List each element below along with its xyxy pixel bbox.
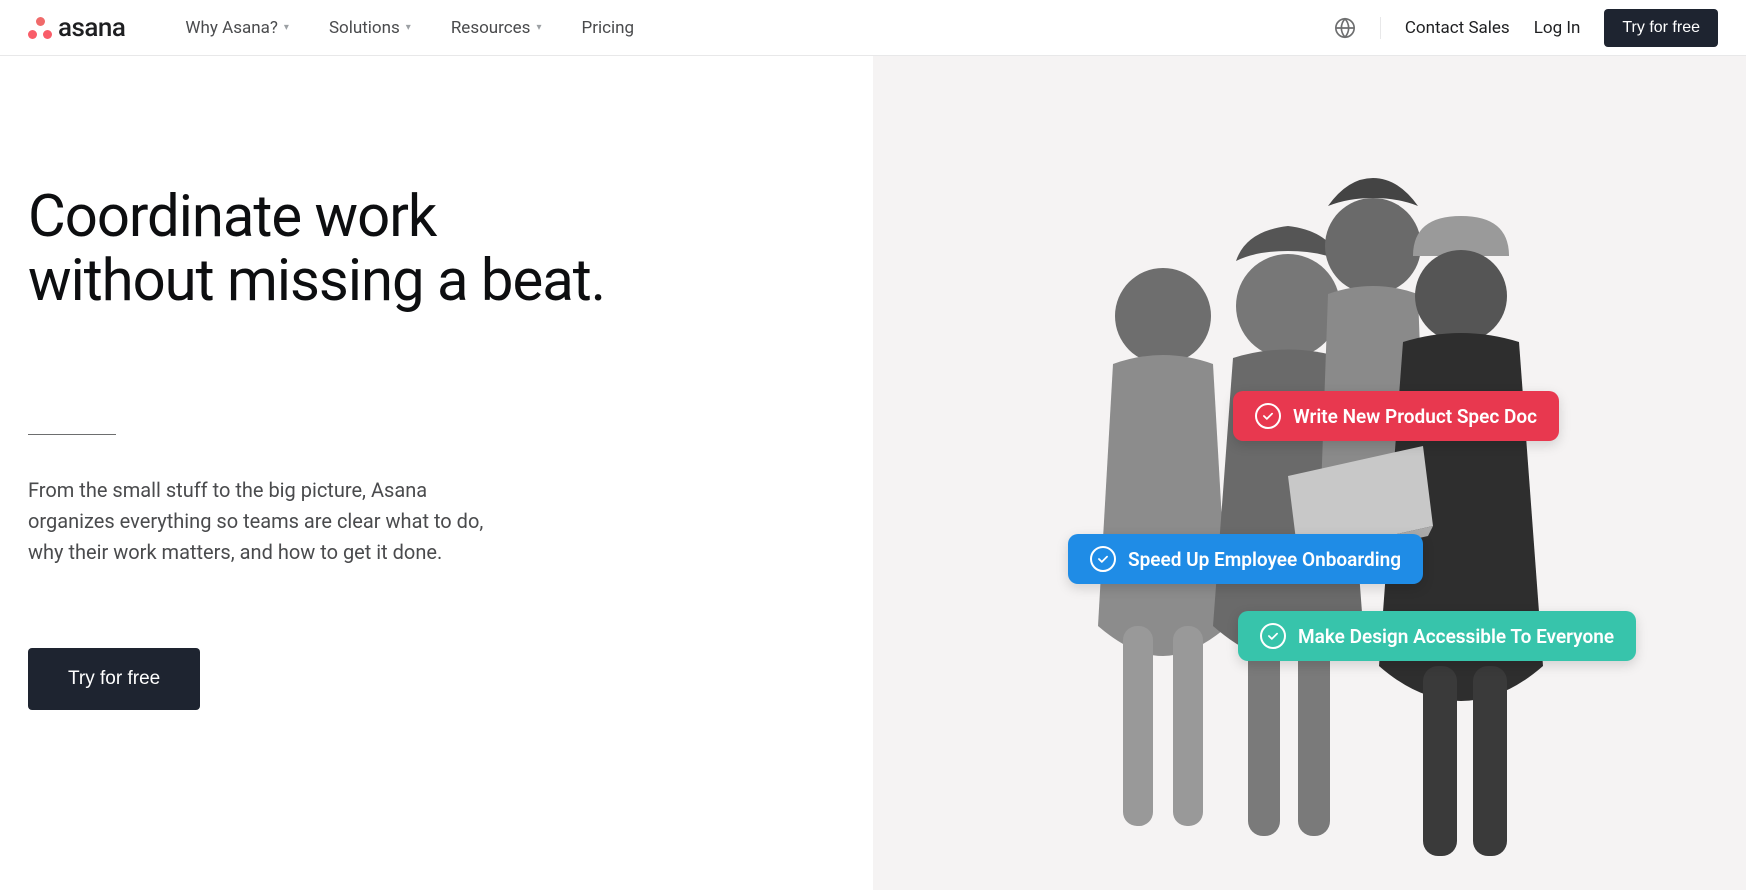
nav-pricing[interactable]: Pricing <box>581 18 634 38</box>
task-pill-label: Make Design Accessible To Everyone <box>1298 625 1614 648</box>
login-link[interactable]: Log In <box>1534 18 1581 38</box>
nav-resources[interactable]: Resources ▾ <box>451 18 542 38</box>
contact-sales-link[interactable]: Contact Sales <box>1405 18 1510 38</box>
hero-section: Coordinate work without missing a beat. … <box>0 56 1746 890</box>
check-circle-icon <box>1090 546 1116 572</box>
nav-solutions[interactable]: Solutions ▾ <box>329 18 411 38</box>
nav-why-asana[interactable]: Why Asana? ▾ <box>185 18 289 38</box>
hero-content: Coordinate work without missing a beat. … <box>0 56 873 890</box>
nav-label: Resources <box>451 18 531 38</box>
brand-logo[interactable]: asana <box>28 13 125 43</box>
chevron-down-icon: ▾ <box>284 22 289 33</box>
headline-line-1: Coordinate work <box>28 183 436 251</box>
task-pill-blue: Speed Up Employee Onboarding <box>1068 534 1423 584</box>
brand-name: asana <box>58 13 125 43</box>
site-header: asana Why Asana? ▾ Solutions ▾ Resources… <box>0 0 1746 56</box>
task-pill-green: Make Design Accessible To Everyone <box>1238 611 1636 661</box>
hero-headline: Coordinate work without missing a beat. <box>28 186 793 314</box>
chevron-down-icon: ▾ <box>406 22 411 33</box>
nav-label: Solutions <box>329 18 400 38</box>
check-circle-icon <box>1255 403 1281 429</box>
check-circle-icon <box>1260 623 1286 649</box>
logo-mark-icon <box>28 17 52 39</box>
headline-line-2: without missing a beat. <box>28 247 605 315</box>
divider <box>28 434 116 435</box>
task-pill-label: Speed Up Employee Onboarding <box>1128 548 1401 571</box>
header-actions: Contact Sales Log In Try for free <box>1334 9 1718 47</box>
nav-label: Why Asana? <box>185 18 278 38</box>
hero-subtext: From the small stuff to the big picture,… <box>28 475 508 568</box>
chevron-down-icon: ▾ <box>536 22 541 33</box>
language-selector[interactable] <box>1334 17 1381 39</box>
globe-icon <box>1334 17 1356 39</box>
task-pill-red: Write New Product Spec Doc <box>1233 391 1559 441</box>
try-free-button-hero[interactable]: Try for free <box>28 648 200 710</box>
try-free-button-header[interactable]: Try for free <box>1604 9 1718 47</box>
people-illustration <box>1073 146 1633 866</box>
task-pill-label: Write New Product Spec Doc <box>1293 405 1537 428</box>
main-nav: Why Asana? ▾ Solutions ▾ Resources ▾ Pri… <box>185 18 634 38</box>
hero-image-area: Write New Product Spec Doc Speed Up Empl… <box>873 56 1746 890</box>
nav-label: Pricing <box>581 18 634 38</box>
